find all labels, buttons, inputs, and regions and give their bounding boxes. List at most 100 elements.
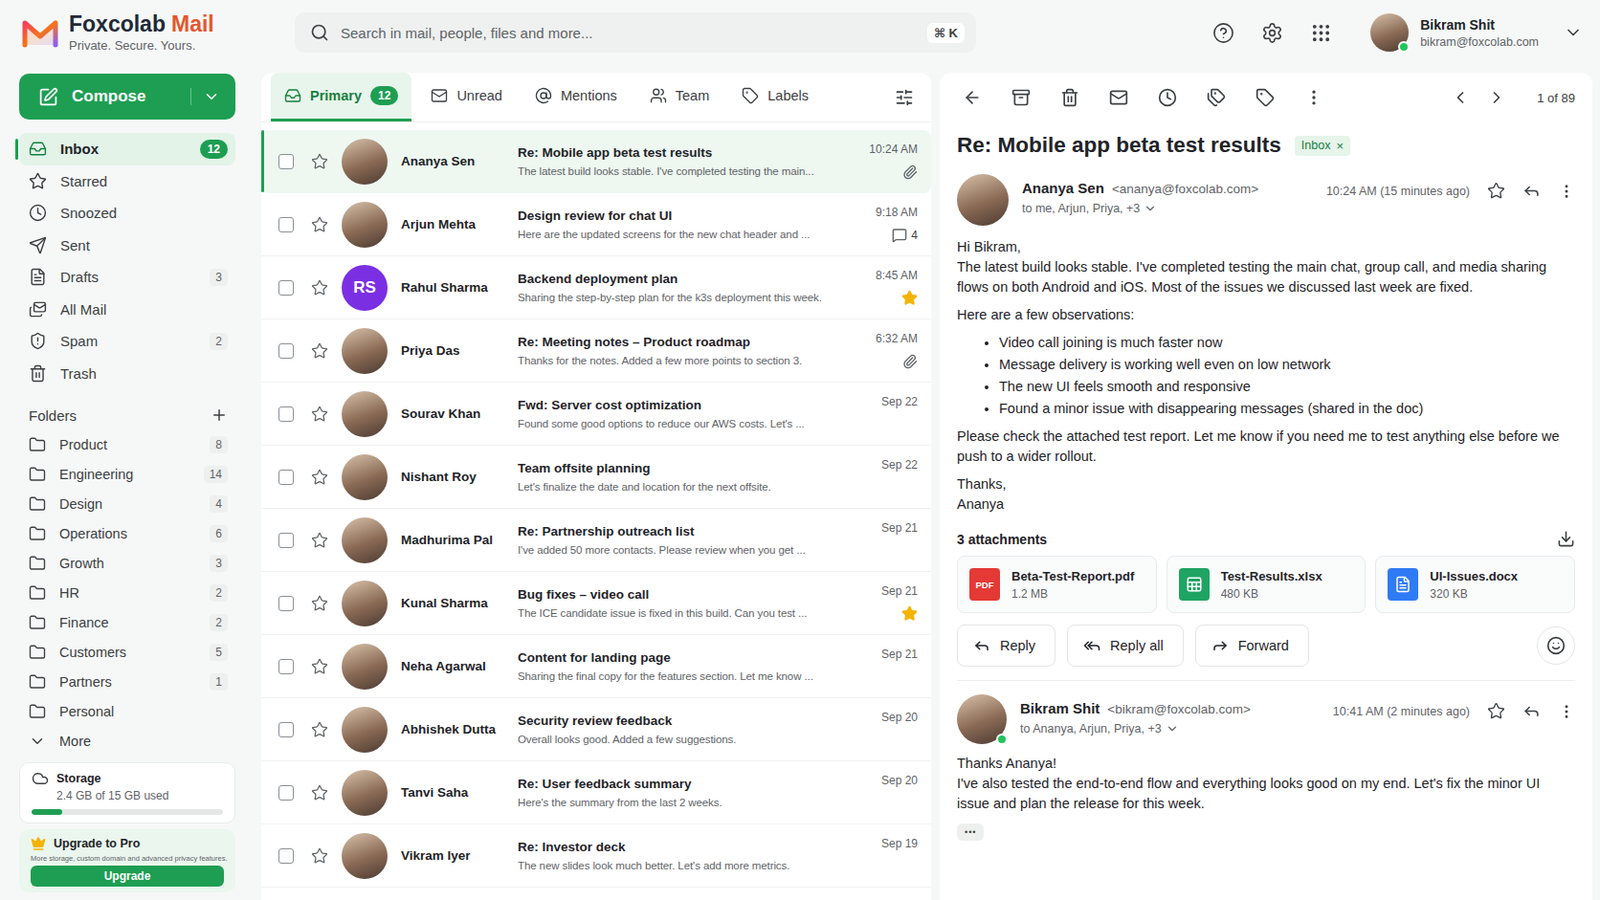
attachment-card[interactable]: UI-Issues.docx320 KB xyxy=(1375,555,1576,614)
mail-row[interactable]: Nishant RoyTeam offsite planningLet's fi… xyxy=(261,445,932,510)
mail-row[interactable]: Abhishek DuttaSecurity review feedbackOv… xyxy=(261,698,932,762)
user-menu[interactable]: Bikram Shitbikram@foxcolab.com xyxy=(1370,13,1583,52)
mail-row[interactable]: Arjun MehtaDesign review for chat UIHere… xyxy=(261,193,932,257)
sidebar-item[interactable]: Spam2 xyxy=(19,325,236,358)
star-button[interactable] xyxy=(311,153,329,171)
row-checkbox[interactable] xyxy=(278,406,294,423)
tab[interactable]: Team xyxy=(636,72,723,122)
plus-icon[interactable] xyxy=(210,406,228,424)
star-button[interactable] xyxy=(311,279,329,297)
reply-icon[interactable] xyxy=(1522,181,1541,200)
mail-row[interactable]: Neha AgarwalContent for landing pageShar… xyxy=(261,635,932,699)
attachment-card[interactable]: Test-Results.xlsx480 KB xyxy=(1166,555,1367,614)
star-button[interactable] xyxy=(311,216,329,234)
sidebar-item[interactable]: Inbox12 xyxy=(19,133,236,166)
mark-unread-icon[interactable] xyxy=(1109,88,1129,108)
recipients[interactable]: to me, Arjun, Priya, +3 xyxy=(1022,201,1313,216)
mail-row[interactable]: Tanvi SahaRe: User feedback summaryHere'… xyxy=(261,761,932,825)
sidebar-item[interactable]: Starred xyxy=(19,165,236,199)
sidebar-item[interactable]: Sent xyxy=(19,229,236,263)
tab[interactable]: Labels xyxy=(728,72,823,122)
action-button[interactable]: Reply all xyxy=(1066,624,1184,667)
row-checkbox[interactable] xyxy=(278,343,294,359)
star-icon[interactable] xyxy=(1487,181,1506,200)
folder-item[interactable]: HR2 xyxy=(19,577,236,608)
more-folders[interactable]: More xyxy=(19,726,236,756)
recipients[interactable]: to Ananya, Arjun, Priya, +3 xyxy=(1020,722,1320,736)
folder-item[interactable]: Partners1 xyxy=(19,666,236,697)
upgrade-button[interactable]: Upgrade xyxy=(30,866,224,888)
apps-grid-icon[interactable] xyxy=(1310,22,1333,45)
mail-row[interactable]: Vikram IyerRe: Investor deckThe new slid… xyxy=(261,824,932,889)
move-label-icon[interactable] xyxy=(1206,88,1226,108)
mail-row[interactable]: Priya DasRe: Meeting notes – Product roa… xyxy=(261,319,932,383)
mail-time: Sep 22 xyxy=(881,395,918,409)
star-button[interactable] xyxy=(311,658,329,676)
action-button[interactable]: Reply xyxy=(956,624,1056,667)
tab[interactable]: Primary12 xyxy=(270,72,412,122)
row-checkbox[interactable] xyxy=(278,533,294,549)
tab[interactable]: Mentions xyxy=(521,72,631,122)
folder-item[interactable]: Engineering14 xyxy=(19,459,236,489)
gear-icon[interactable] xyxy=(1261,22,1284,45)
folder-item[interactable]: Growth3 xyxy=(19,548,236,578)
trash-icon[interactable] xyxy=(1060,88,1080,108)
show-more-button[interactable]: ••• xyxy=(956,823,984,842)
back-arrow-icon[interactable] xyxy=(962,88,982,108)
more-icon[interactable] xyxy=(1557,703,1576,721)
row-checkbox[interactable] xyxy=(278,722,294,738)
star-button[interactable] xyxy=(311,468,329,487)
previous-icon[interactable] xyxy=(1450,88,1470,108)
tab[interactable]: Unread xyxy=(417,72,516,122)
folder-item[interactable]: Personal xyxy=(19,696,236,727)
row-checkbox[interactable] xyxy=(278,154,294,170)
star-button[interactable] xyxy=(311,847,329,866)
filter-button[interactable] xyxy=(888,72,920,122)
folder-item[interactable]: Operations6 xyxy=(19,518,236,549)
mail-row[interactable]: Kunal SharmaBug fixes – video callThe IC… xyxy=(261,572,932,636)
star-icon[interactable] xyxy=(1487,702,1506,721)
mail-row[interactable]: Sourav KhanFwd: Server cost optimization… xyxy=(261,382,932,446)
row-checkbox[interactable] xyxy=(278,217,294,233)
folder-item[interactable]: Customers5 xyxy=(19,637,236,667)
star-button[interactable] xyxy=(311,784,329,802)
star-button[interactable] xyxy=(311,721,329,739)
row-checkbox[interactable] xyxy=(278,596,294,612)
mail-row[interactable]: RSRahul SharmaBackend deployment planSha… xyxy=(261,256,932,320)
next-icon[interactable] xyxy=(1487,88,1507,108)
tag-icon[interactable] xyxy=(1255,88,1275,108)
folder-item[interactable]: Product8 xyxy=(19,429,236,460)
star-button[interactable] xyxy=(311,595,329,613)
row-checkbox[interactable] xyxy=(278,848,294,865)
sidebar-item[interactable]: Snoozed xyxy=(19,197,236,230)
action-button[interactable]: Forward xyxy=(1195,624,1310,667)
reply-icon[interactable] xyxy=(1522,702,1541,721)
snooze-clock-icon[interactable] xyxy=(1157,88,1178,108)
sidebar-item[interactable]: Drafts3 xyxy=(19,261,236,294)
download-icon[interactable] xyxy=(1556,530,1576,549)
row-checkbox[interactable] xyxy=(278,280,294,296)
mail-row[interactable]: Ananya SenRe: Mobile app beta test resul… xyxy=(261,130,932,194)
sidebar-item[interactable]: All Mail xyxy=(19,293,236,327)
row-checkbox[interactable] xyxy=(278,785,294,801)
row-checkbox[interactable] xyxy=(278,469,294,486)
more-icon[interactable] xyxy=(1557,182,1576,200)
mail-row[interactable]: Madhurima PalRe: Partnership outreach li… xyxy=(261,509,932,573)
folder-item[interactable]: Design4 xyxy=(19,488,236,519)
emoji-button[interactable] xyxy=(1536,626,1576,666)
brand[interactable]: FoxcolabMailPrivate. Secure. Yours. xyxy=(21,12,295,53)
row-checkbox[interactable] xyxy=(278,659,294,675)
sidebar-item[interactable]: Trash xyxy=(19,357,236,391)
attachment-card[interactable]: PDFBeta-Test-Report.pdf1.2 MB xyxy=(956,555,1157,614)
search-field[interactable]: Search in mail, people, files and more..… xyxy=(294,12,977,53)
remove-label[interactable]: × xyxy=(1335,138,1344,154)
compose-button[interactable]: Compose xyxy=(19,73,236,120)
label-chip[interactable]: Inbox× xyxy=(1294,135,1351,156)
archive-icon[interactable] xyxy=(1011,88,1031,108)
help-icon[interactable] xyxy=(1212,22,1235,45)
star-button[interactable] xyxy=(311,342,329,360)
star-button[interactable] xyxy=(311,405,329,423)
star-button[interactable] xyxy=(311,532,329,550)
more-icon[interactable] xyxy=(1304,88,1324,108)
folder-item[interactable]: Finance2 xyxy=(19,607,236,638)
